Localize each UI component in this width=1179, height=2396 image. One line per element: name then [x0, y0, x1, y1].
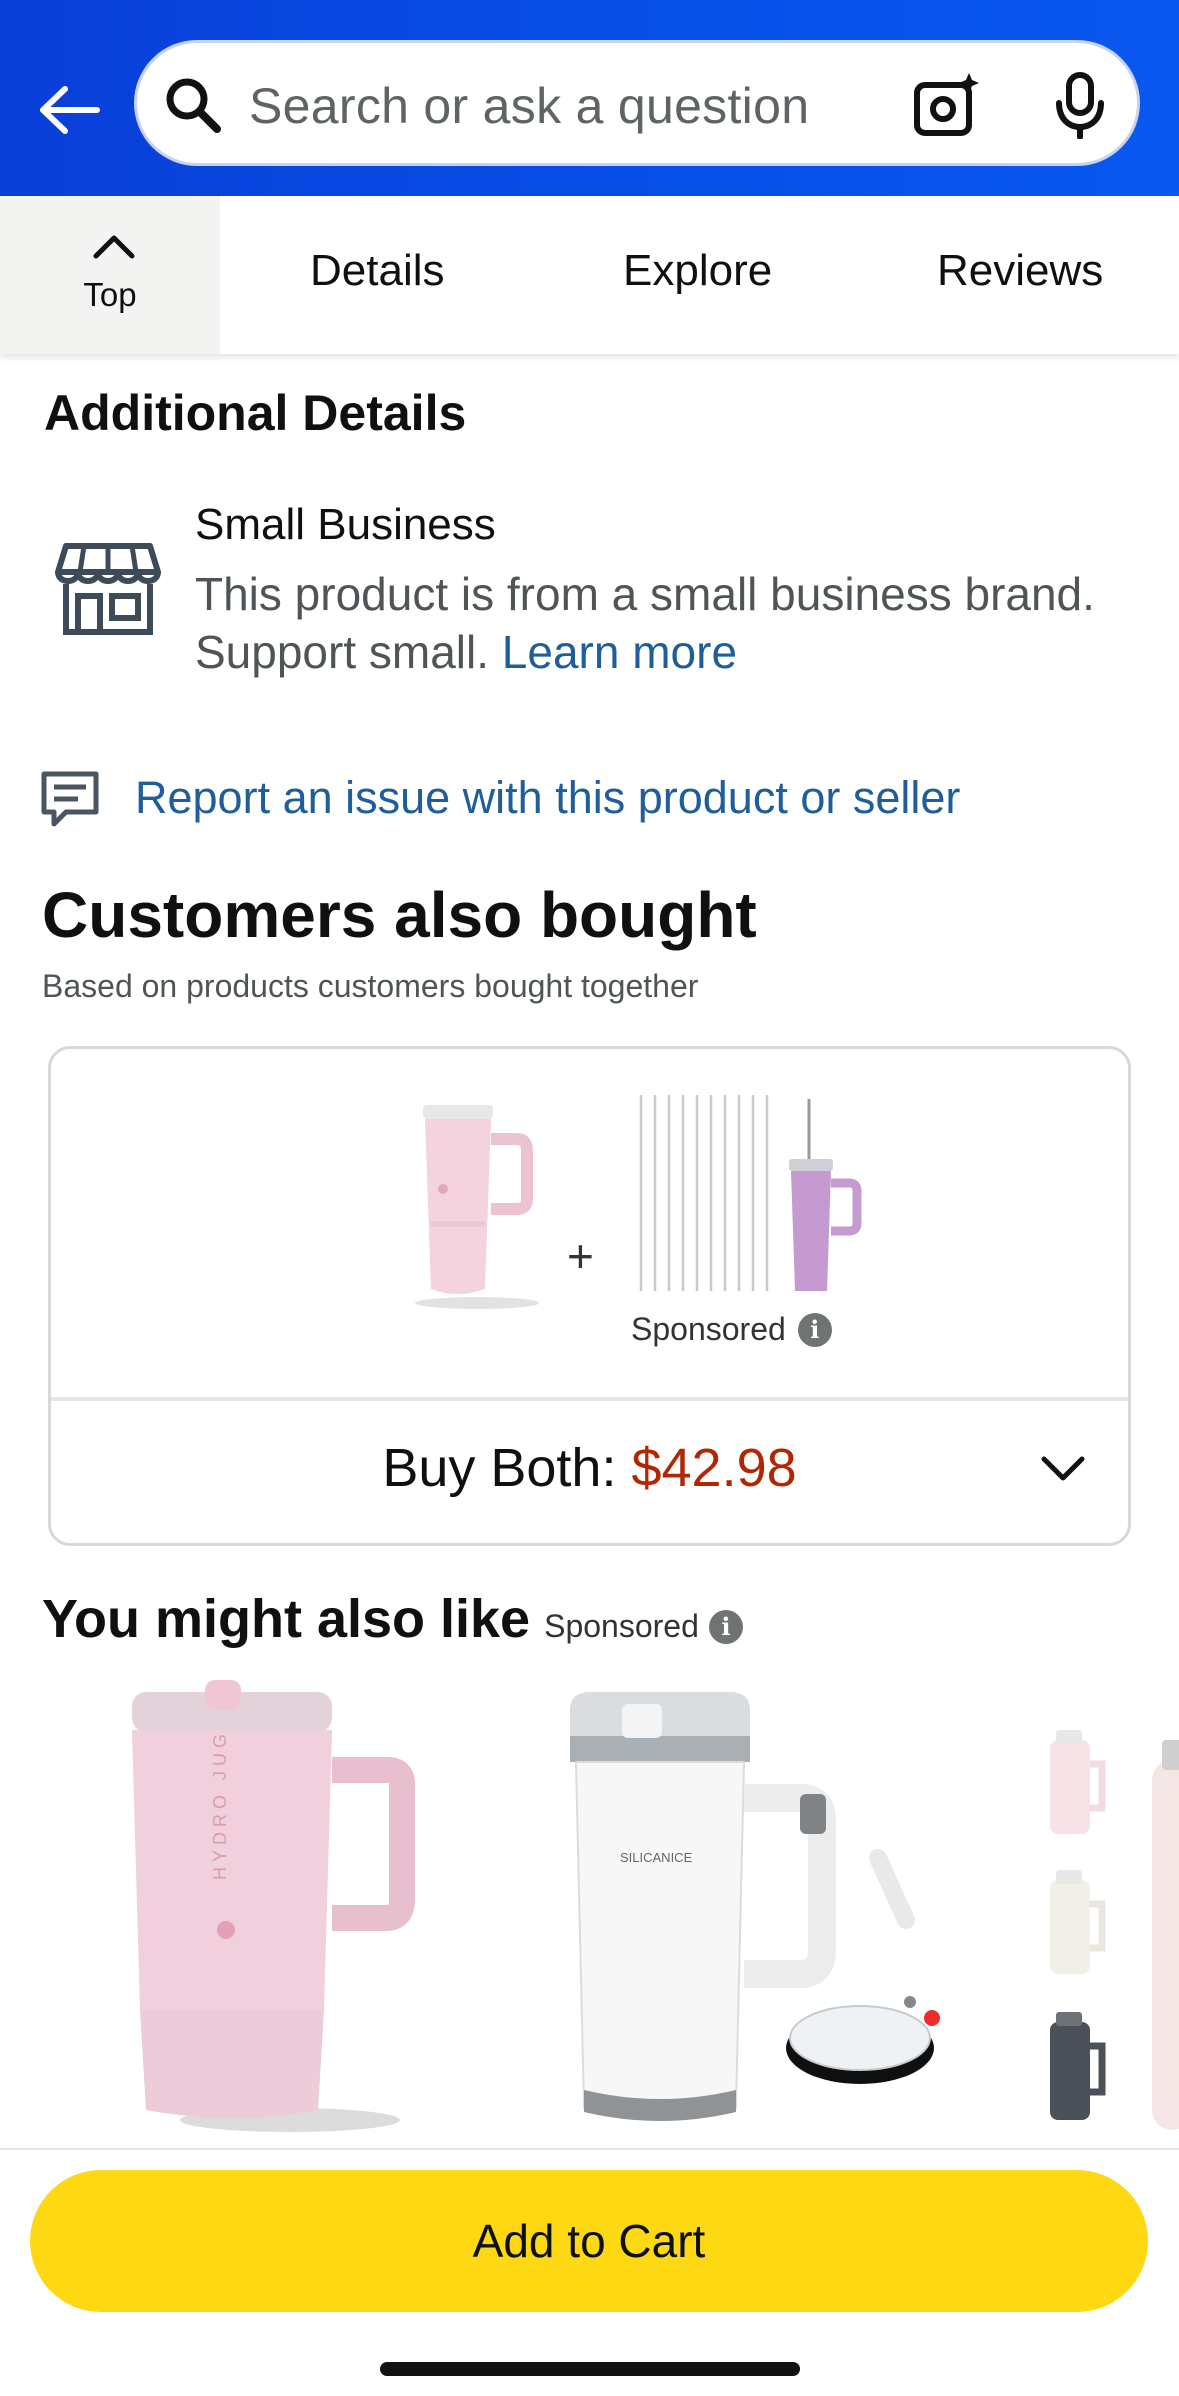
straws-tumbler-thumbnail[interactable]: [629, 1089, 899, 1299]
tab-top[interactable]: Top: [0, 196, 220, 354]
search-icon: [166, 78, 221, 133]
product-card-white-tumbler[interactable]: SILICANICE: [560, 1690, 980, 2150]
back-arrow-icon: [40, 86, 100, 134]
report-issue-link: Report an issue with this product or sel…: [135, 772, 961, 823]
chevron-down-icon[interactable]: [1040, 1453, 1086, 1483]
bundle-card: + Sponsored i Buy Both: $42.98: [48, 1046, 1131, 1546]
buy-both-price: $42.98: [631, 1438, 797, 1498]
you-might-also-like-title: You might also like: [42, 1589, 531, 1649]
tab-top-label: Top: [83, 276, 137, 313]
customers-also-bought-subheading: Based on products customers bought toget…: [42, 968, 699, 1004]
camera-sparkle-icon[interactable]: [913, 71, 981, 139]
ymal-sponsored-label: Sponsored i: [544, 1608, 743, 1645]
bundle-products: + Sponsored i: [51, 1049, 1128, 1401]
search-input[interactable]: Search or ask a question: [134, 40, 1140, 166]
product-card-colorful-jugs[interactable]: [1040, 1700, 1179, 2140]
chevron-up-icon: [93, 235, 135, 259]
storefront-icon: [55, 543, 161, 635]
small-business-title: Small Business: [195, 500, 496, 549]
product-card-pink-tumbler[interactable]: HYDRO JUG: [110, 1680, 430, 2150]
microphone-icon[interactable]: [1051, 71, 1109, 139]
tab-details[interactable]: Details: [310, 246, 445, 296]
buy-both-label: Buy Both:: [382, 1438, 617, 1498]
tab-explore[interactable]: Explore: [623, 246, 772, 296]
ymal-sponsored-text: Sponsored: [544, 1608, 699, 1644]
add-to-cart-button[interactable]: Add to Cart: [30, 2170, 1148, 2312]
pink-tumbler-thumbnail[interactable]: [367, 1089, 557, 1319]
bottom-action-bar: Add to Cart: [0, 2148, 1179, 2396]
back-button[interactable]: [30, 70, 110, 150]
report-issue-row[interactable]: Report an issue with this product or sel…: [40, 770, 1140, 840]
customers-also-bought-heading: Customers also bought: [42, 879, 757, 951]
product-brand-silicanice: SILICANICE: [620, 1850, 693, 1865]
info-icon[interactable]: i: [797, 1312, 832, 1347]
buy-both-row[interactable]: Buy Both: $42.98: [51, 1401, 1128, 1543]
tab-reviews[interactable]: Reviews: [937, 246, 1103, 296]
plus-sign: +: [567, 1230, 594, 1282]
header-bar: Search or ask a question: [0, 0, 1179, 196]
buy-both-text: Buy Both: $42.98: [51, 1437, 1128, 1499]
product-brand-hydrojug: HYDRO JUG: [210, 1729, 230, 1880]
section-tabs: Top Details Explore Reviews: [0, 196, 1179, 354]
bundle-sponsored-label: Sponsored i: [631, 1311, 832, 1348]
small-business-description: This product is from a small business br…: [195, 565, 1135, 681]
info-icon[interactable]: i: [708, 1609, 743, 1644]
search-placeholder: Search or ask a question: [249, 78, 810, 134]
additional-details-heading: Additional Details: [44, 385, 467, 441]
feedback-message-icon: [41, 771, 99, 827]
learn-more-link[interactable]: Learn more: [502, 626, 737, 678]
home-indicator[interactable]: [380, 2362, 800, 2376]
you-might-also-like-heading: You might also like Sponsored i: [42, 1588, 743, 1650]
bundle-sponsored-text: Sponsored: [631, 1311, 786, 1347]
